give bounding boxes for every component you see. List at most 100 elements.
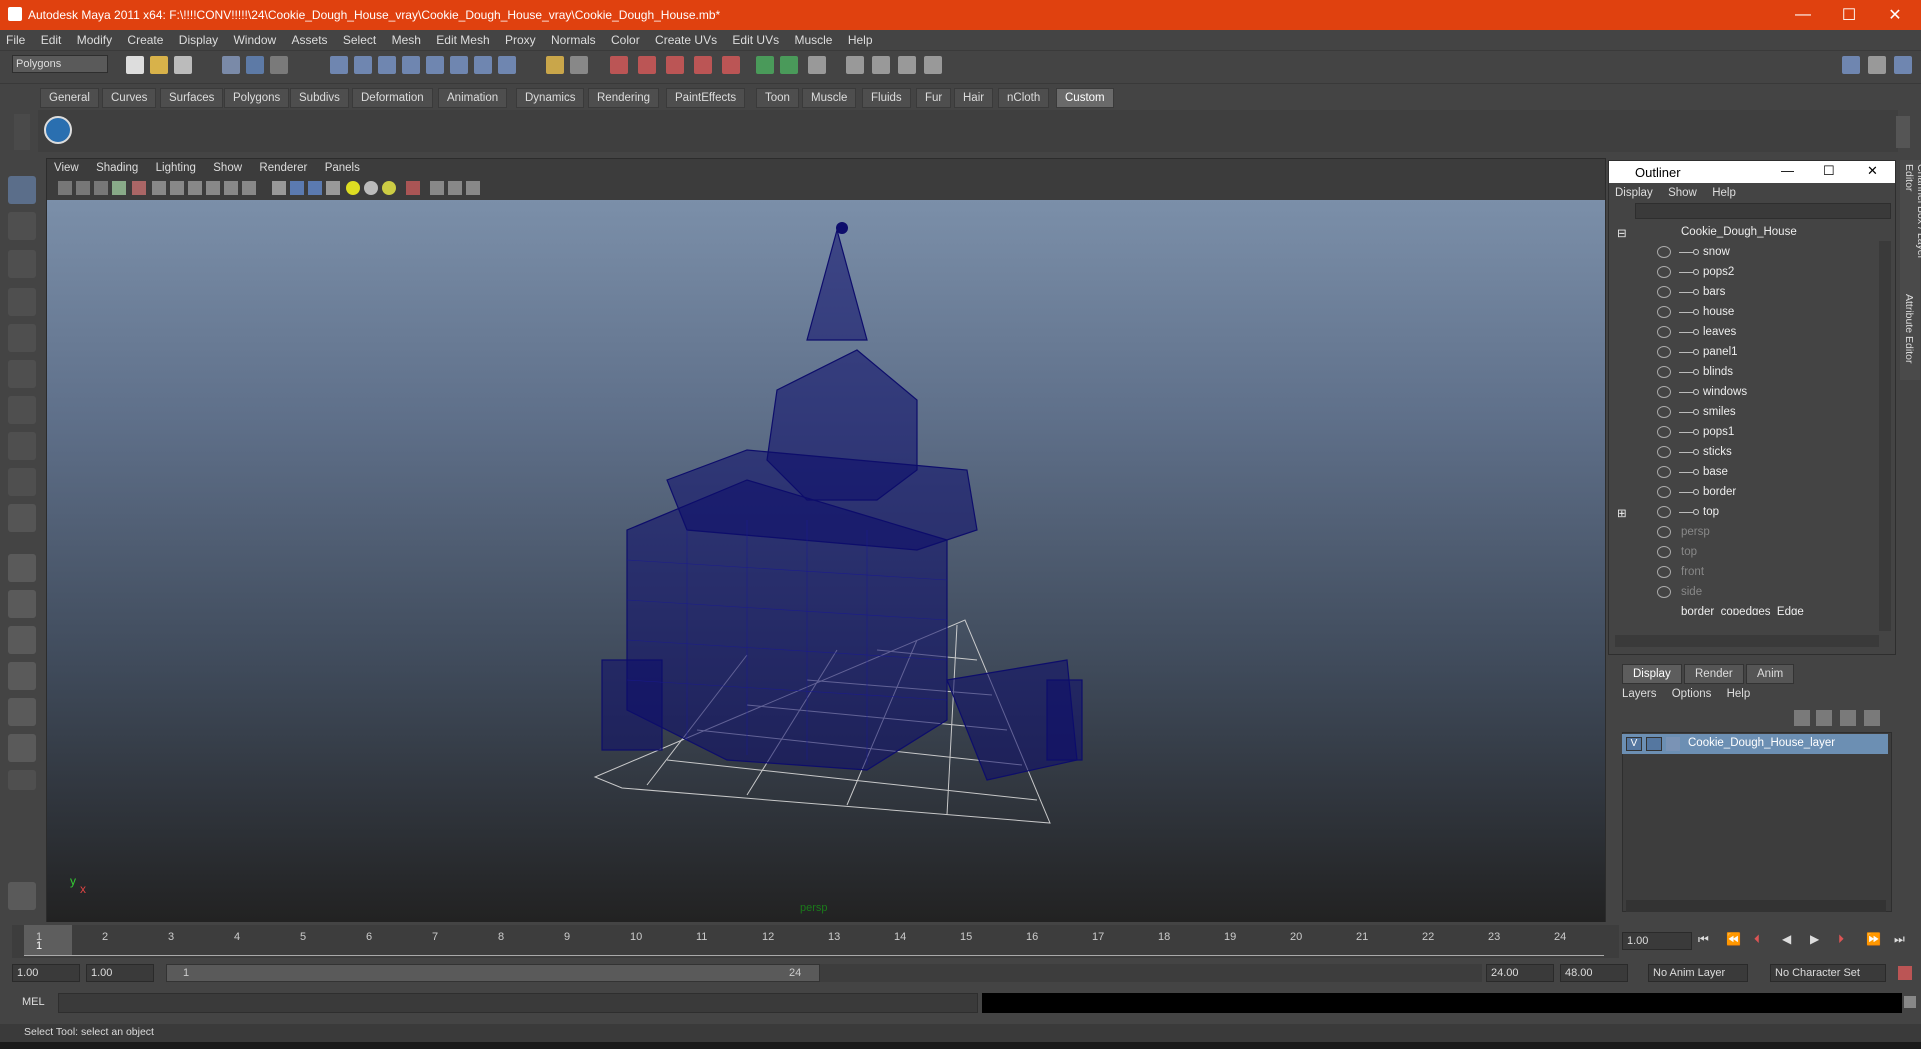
outliner-item[interactable]: leaves	[1609, 323, 1879, 343]
outliner-item[interactable]: pops1	[1609, 423, 1879, 443]
soft-mod-tool-icon[interactable]	[8, 432, 36, 460]
clipboard-icon[interactable]	[808, 56, 826, 74]
snap-curve-icon[interactable]	[354, 56, 372, 74]
layer-tab-render[interactable]: Render	[1684, 664, 1744, 684]
playback-end-field[interactable]: 24.00	[1486, 964, 1554, 982]
bookmark-icon[interactable]	[94, 181, 108, 195]
tab-hair[interactable]: Hair	[954, 88, 994, 108]
layer-tab-anim[interactable]: Anim	[1746, 664, 1795, 684]
single-view-layout-icon[interactable]	[8, 554, 36, 582]
show-attribute-editor-icon[interactable]	[1842, 56, 1860, 74]
isolate-select-icon[interactable]	[406, 181, 420, 195]
collapse-icon[interactable]: ⊟	[1617, 226, 1627, 240]
shelf-menu-handle[interactable]	[14, 114, 30, 150]
menu-file[interactable]: File	[0, 30, 31, 50]
expand-icon[interactable]: ⊞	[1617, 506, 1627, 520]
menu-help[interactable]: Help	[842, 30, 879, 50]
outliner-camera-item[interactable]: persp	[1609, 523, 1879, 543]
outliner-menu-display[interactable]: Display	[1609, 183, 1659, 203]
close-button[interactable]: ✕	[1872, 0, 1918, 30]
current-frame-indicator[interactable]	[24, 925, 72, 955]
select-component-icon[interactable]	[270, 56, 288, 74]
all-lights-icon[interactable]	[364, 181, 378, 195]
hud-icon[interactable]	[466, 181, 480, 195]
safe-action-icon[interactable]	[242, 181, 256, 195]
input-line-icon[interactable]	[756, 56, 774, 74]
scale-tool-icon[interactable]	[8, 360, 36, 388]
outliner-item[interactable]: base	[1609, 463, 1879, 483]
tab-surfaces[interactable]: Surfaces	[160, 88, 224, 108]
move-layer-down-icon[interactable]	[1816, 710, 1832, 726]
menu-muscle[interactable]: Muscle	[788, 30, 838, 50]
history-icon[interactable]	[474, 56, 492, 74]
default-light-icon[interactable]	[346, 181, 360, 195]
outliner-item[interactable]: border	[1609, 483, 1879, 503]
show-channel-box-icon[interactable]	[1894, 56, 1912, 74]
outliner-maximize-button[interactable]: ☐	[1823, 163, 1835, 179]
outliner-camera-item[interactable]: front	[1609, 563, 1879, 583]
layer-tab-display[interactable]: Display	[1622, 664, 1682, 684]
select-tool-icon[interactable]	[8, 176, 36, 204]
tab-subdivs[interactable]: Subdivs	[290, 88, 349, 108]
menu-window[interactable]: Window	[227, 30, 282, 50]
outliner-item[interactable]: bars	[1609, 283, 1879, 303]
hypershade-layout-icon[interactable]	[8, 698, 36, 726]
animation-start-field[interactable]: 1.00	[12, 964, 80, 982]
layer-menu-help[interactable]: Help	[1727, 688, 1751, 700]
maximize-button[interactable]: ☐	[1826, 0, 1872, 30]
snap-point-icon[interactable]	[378, 56, 396, 74]
snap-view-icon[interactable]	[450, 56, 468, 74]
image-plane-icon[interactable]	[112, 181, 126, 195]
script-editor-icon[interactable]	[1904, 996, 1916, 1008]
shelf-scroll[interactable]	[1896, 116, 1910, 148]
grid-toggle-icon[interactable]	[152, 181, 166, 195]
outliner-item[interactable]: ⊞ top	[1609, 503, 1879, 523]
range-slider[interactable]: 1 24	[166, 964, 820, 982]
character-set-dropdown[interactable]: No Character Set	[1770, 964, 1886, 982]
ipr-render-icon[interactable]	[638, 56, 656, 74]
attribute-icon[interactable]	[846, 56, 864, 74]
outliner-menu-help[interactable]: Help	[1706, 183, 1742, 203]
outliner-item-root[interactable]: ⊟ Cookie_Dough_House	[1609, 223, 1879, 243]
outliner-item[interactable]: panel1	[1609, 343, 1879, 363]
select-object-icon[interactable]	[246, 56, 264, 74]
tab-ncloth[interactable]: nCloth	[998, 88, 1050, 108]
outliner-camera-item[interactable]: top	[1609, 543, 1879, 563]
tab-animation[interactable]: Animation	[438, 88, 508, 108]
layout-dropdown-icon[interactable]	[8, 770, 36, 790]
textured-icon[interactable]	[326, 181, 340, 195]
paint-select-tool-icon[interactable]	[8, 250, 36, 278]
last-tool-icon[interactable]	[8, 468, 36, 496]
tab-fluids[interactable]: Fluids	[862, 88, 911, 108]
step-back-icon[interactable]: ⏪	[1726, 932, 1741, 946]
step-back-key-icon[interactable]: ⏴	[1754, 932, 1760, 947]
render-frame-icon[interactable]	[610, 56, 628, 74]
four-view-layout-icon[interactable]	[8, 590, 36, 618]
tab-rendering[interactable]: Rendering	[588, 88, 660, 108]
xray-joints-icon[interactable]	[448, 181, 462, 195]
mel-label[interactable]: MEL	[22, 996, 45, 1008]
select-lock-icon[interactable]	[570, 56, 588, 74]
camera-attributes-icon[interactable]	[76, 181, 90, 195]
save-scene-icon[interactable]	[174, 56, 192, 74]
go-to-start-icon[interactable]: ⏮	[1698, 932, 1709, 947]
tool-settings-icon[interactable]	[872, 56, 890, 74]
menu-assets[interactable]: Assets	[286, 30, 334, 50]
attribute-editor-tab[interactable]: Attribute Editor	[1900, 290, 1918, 380]
tab-painteffects[interactable]: PaintEffects	[666, 88, 746, 108]
snap-plane-icon[interactable]	[402, 56, 420, 74]
show-tool-settings-icon[interactable]	[1868, 56, 1886, 74]
rotate-tool-icon[interactable]	[8, 324, 36, 352]
lock-icon[interactable]	[546, 56, 564, 74]
tab-deformation[interactable]: Deformation	[352, 88, 433, 108]
menu-edit[interactable]: Edit	[35, 30, 68, 50]
outliner-horizontal-scrollbar[interactable]	[1615, 635, 1879, 647]
outliner-item[interactable]: smiles	[1609, 403, 1879, 423]
new-layer-selected-icon[interactable]	[1864, 710, 1880, 726]
menu-mesh[interactable]: Mesh	[386, 30, 427, 50]
current-time-field[interactable]: 1.00	[1622, 932, 1692, 950]
perspective-viewport[interactable]	[47, 200, 1605, 922]
viewport-menu-renderer[interactable]: Renderer	[253, 161, 315, 174]
menu-color[interactable]: Color	[605, 30, 646, 50]
smooth-shading-icon[interactable]	[290, 181, 304, 195]
